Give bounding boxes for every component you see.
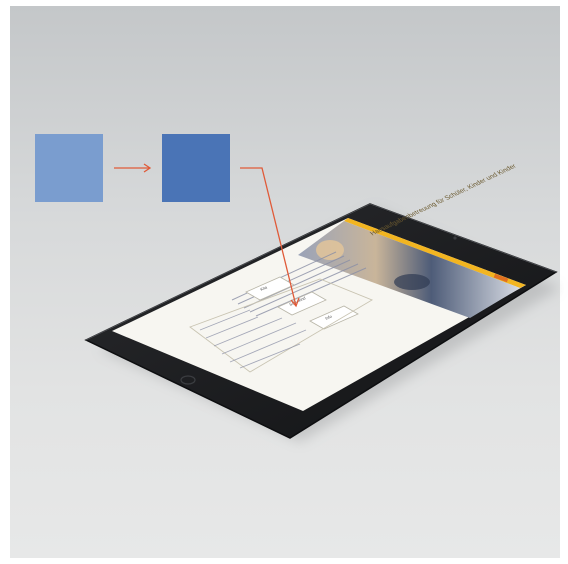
tablet-illustration: Hausaufgabenbetreuung für Schüler, Kinde… xyxy=(84,163,560,442)
scene: Hausaufgabenbetreuung für Schüler, Kinde… xyxy=(0,0,568,564)
flow-arrow-1 xyxy=(114,163,152,173)
photo-shirt xyxy=(394,274,430,290)
photo-face xyxy=(316,240,344,260)
camera-icon xyxy=(453,236,457,240)
screen-heading: Hausaufgabenbetreuung für Schüler, Kinde… xyxy=(369,163,519,237)
